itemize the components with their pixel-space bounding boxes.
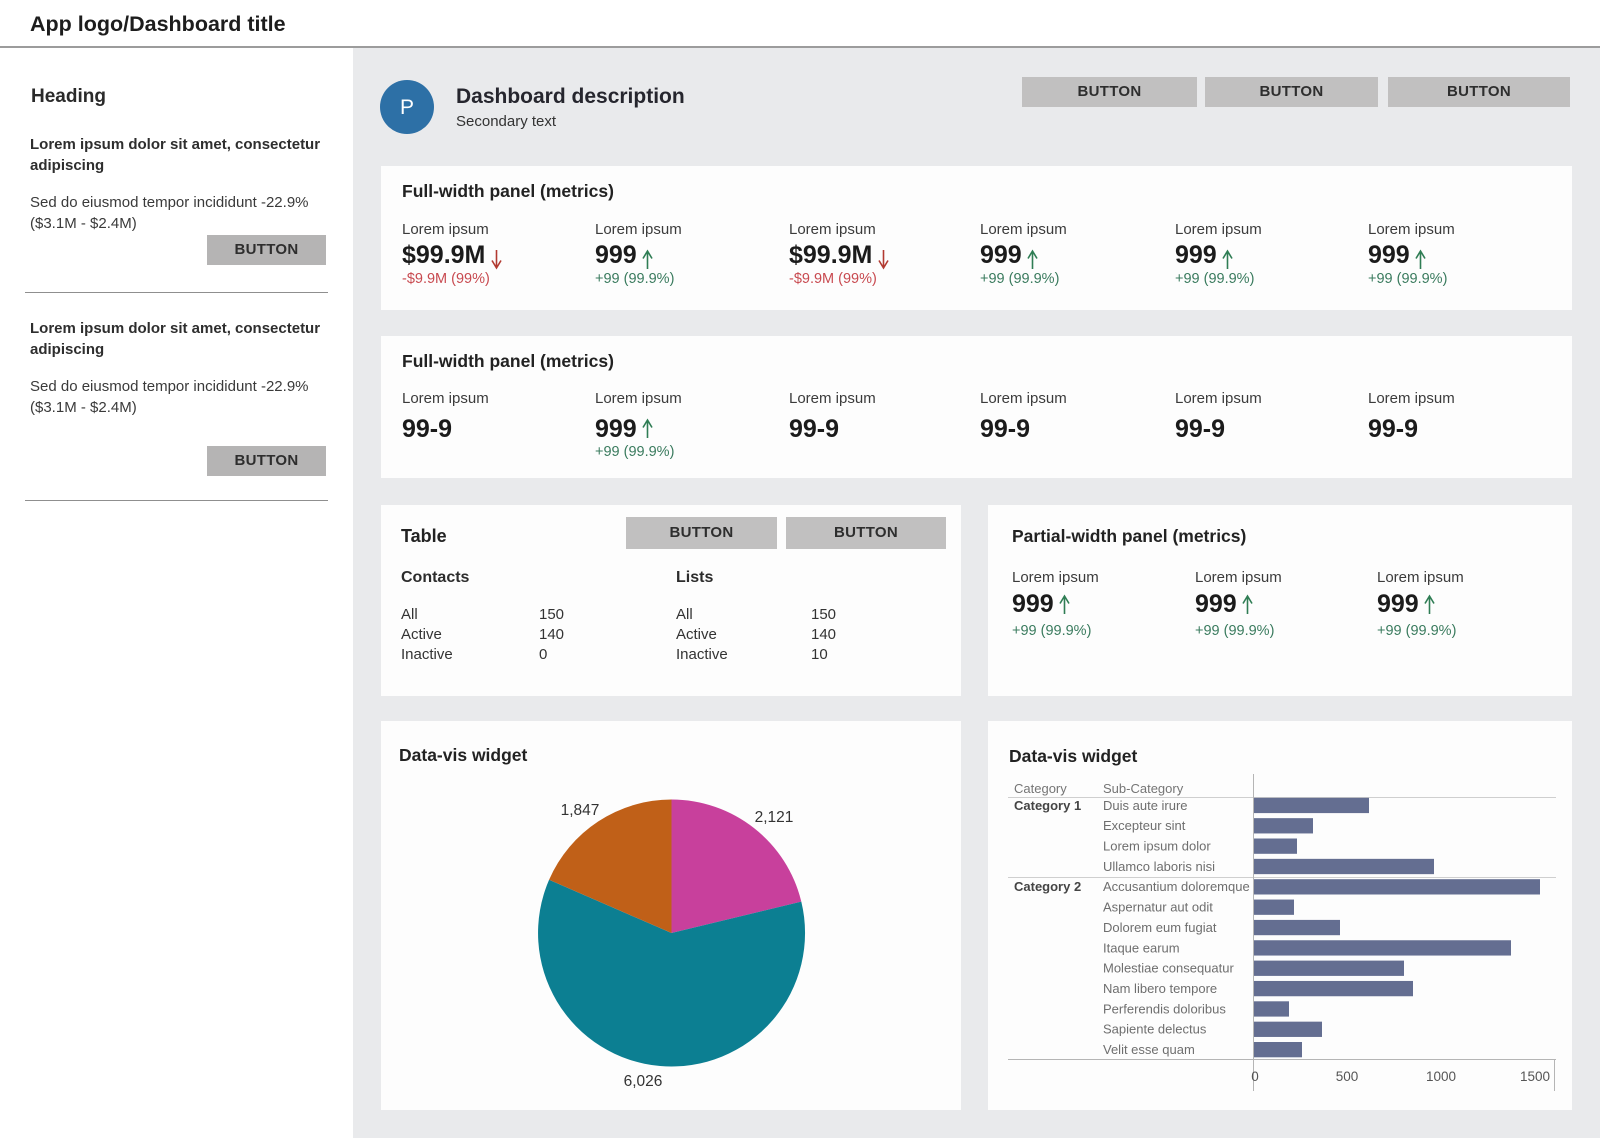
svg-text:Molestiae consequatur: Molestiae consequatur <box>1103 961 1234 976</box>
svg-text:1000: 1000 <box>1426 1069 1456 1084</box>
svg-text:Dolorem eum fugiat: Dolorem eum fugiat <box>1103 920 1217 935</box>
svg-text:2,121: 2,121 <box>755 809 794 826</box>
svg-text:1,847: 1,847 <box>561 802 600 819</box>
svg-text:6,026: 6,026 <box>624 1073 663 1090</box>
svg-text:Perferendis doloribus: Perferendis doloribus <box>1103 1001 1226 1016</box>
svg-text:Aspernatur aut odit: Aspernatur aut odit <box>1103 900 1213 915</box>
svg-text:Category 2: Category 2 <box>1014 879 1081 894</box>
svg-text:Itaque earum: Itaque earum <box>1103 940 1180 955</box>
svg-text:Excepteur sint: Excepteur sint <box>1103 818 1186 833</box>
svg-text:Sapiente delectus: Sapiente delectus <box>1103 1022 1207 1037</box>
svg-text:500: 500 <box>1336 1069 1359 1084</box>
svg-text:Category: Category <box>1014 781 1067 796</box>
svg-text:0: 0 <box>1251 1069 1259 1084</box>
svg-text:1500: 1500 <box>1520 1069 1550 1084</box>
svg-text:Nam libero tempore: Nam libero tempore <box>1103 981 1217 996</box>
svg-text:Ullamco laboris nisi: Ullamco laboris nisi <box>1103 859 1215 874</box>
svg-text:Duis aute irure: Duis aute irure <box>1103 798 1188 813</box>
svg-text:Category 1: Category 1 <box>1014 798 1081 813</box>
svg-text:Velit esse quam: Velit esse quam <box>1103 1042 1195 1057</box>
svg-text:Sub-Category: Sub-Category <box>1103 781 1184 796</box>
svg-text:Accusantium doloremque: Accusantium doloremque <box>1103 879 1250 894</box>
svg-text:Lorem ipsum dolor: Lorem ipsum dolor <box>1103 839 1211 854</box>
